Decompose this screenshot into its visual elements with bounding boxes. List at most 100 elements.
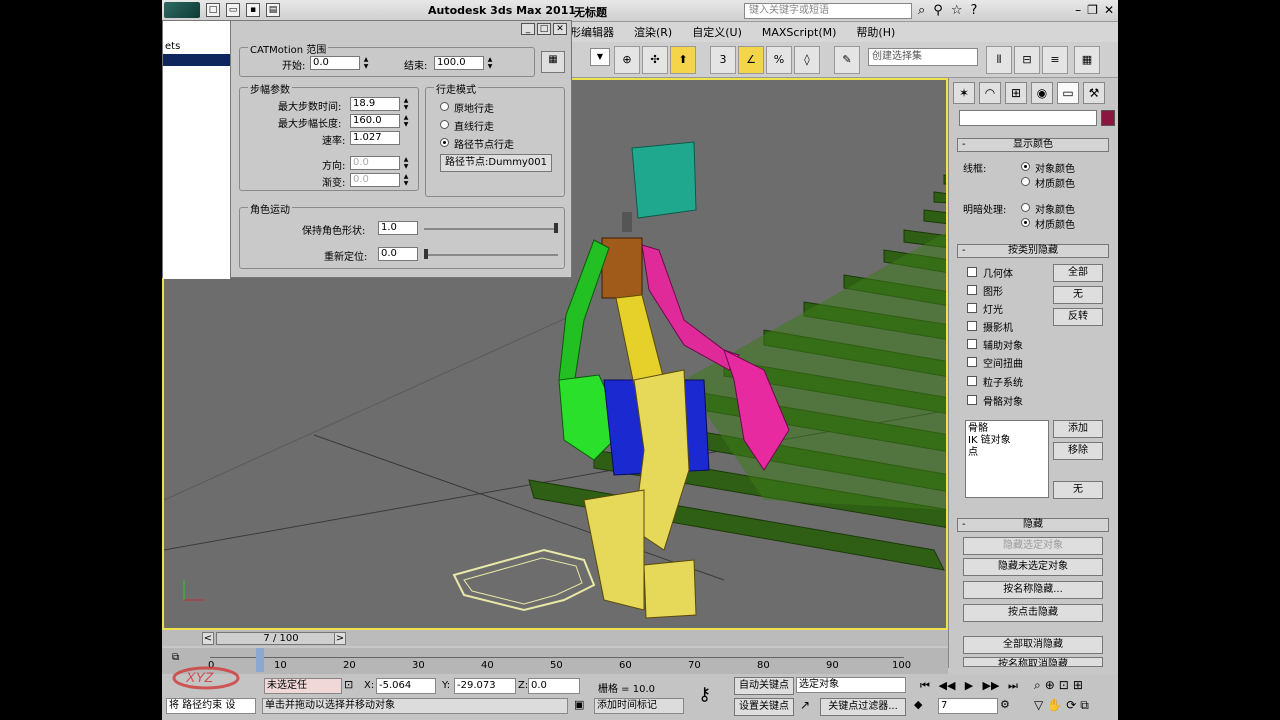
reposition-slider-thumb[interactable] [424,249,428,259]
wireframe-object-color-radio[interactable] [1021,162,1030,171]
x-coord-field[interactable]: -5.064 [376,678,436,694]
list-item[interactable]: 骨骼 [968,423,1046,435]
layer-list[interactable]: ets [163,21,231,279]
utilities-tab-icon[interactable]: ⚒ [1083,82,1105,104]
auto-key-button[interactable]: 自动关键点 [734,677,794,695]
panel-maximize-icon[interactable]: □ [537,23,551,35]
shaded-object-color-radio[interactable] [1021,203,1030,212]
binoculars-icon[interactable]: ⌕ [918,3,925,18]
menu-rendering[interactable]: 渲染(R) [634,24,672,40]
angle-snap-icon[interactable]: ∠ [738,46,764,74]
menu-graph-editors[interactable]: 形编辑器 [570,24,614,40]
open-file-icon[interactable]: ▭ [226,3,240,17]
restore-icon[interactable]: ❐ [1087,3,1098,17]
unhide-all-button[interactable]: 全部取消隐藏 [963,636,1103,654]
table-icon[interactable]: ▦ [541,51,565,73]
gradient-spinner[interactable]: ▲ ▼ [402,173,410,187]
max-step-time-field[interactable]: 18.9 [350,97,400,111]
y-coord-field[interactable]: -29.073 [454,678,516,694]
space-warps-checkbox[interactable] [967,357,977,367]
snap-toggle-icon[interactable]: 3 [710,46,736,74]
remove-button[interactable]: 移除 [1053,442,1103,460]
list-none-button[interactable]: 无 [1053,481,1103,499]
key-icon[interactable]: ⚲ [933,3,943,18]
current-frame-field[interactable]: 7 [938,698,998,714]
list-item[interactable]: IK 链对象 [968,435,1046,447]
help-icon[interactable]: ? [970,3,977,18]
time-slider[interactable]: < 7 / 100 > [162,630,948,646]
move-icon[interactable]: ✣ [642,46,668,74]
track-bar[interactable]: ⧉ 0 10 20 30 40 50 60 70 80 90 100 [162,648,948,674]
add-time-tag-button[interactable]: 添加时间标记 [594,698,684,714]
max-step-length-spinner[interactable]: ▲ ▼ [402,114,410,128]
set-key-button[interactable]: 设置关键点 [734,698,794,716]
geometry-checkbox[interactable] [967,267,977,277]
key-filters-button[interactable]: 关键点过滤器... [820,698,906,716]
key-mode-icon[interactable]: ◆ [914,698,934,716]
minimize-icon[interactable]: – [1075,3,1081,17]
modify-tab-icon[interactable]: ◠ [979,82,1001,104]
hide-by-category-rollout[interactable]: - 按类别隐藏 [957,244,1109,258]
search-input[interactable]: 键入关键字或短语 [744,3,912,19]
max-step-time-spinner[interactable]: ▲ ▼ [402,97,410,111]
zoom-extents-icon[interactable]: ⊡ [1059,678,1069,693]
keep-shape-field[interactable]: 1.0 [378,221,418,235]
key-filter-dropdown[interactable]: 选定对象 [796,677,906,693]
invert-button[interactable]: 反转 [1053,308,1103,326]
start-field[interactable]: 0.0 [310,56,360,70]
add-button[interactable]: 添加 [1053,420,1103,438]
select-link-icon[interactable]: ⊕ [614,46,640,74]
none-button[interactable]: 无 [1053,286,1103,304]
helpers-checkbox[interactable] [967,339,977,349]
lights-checkbox[interactable] [967,303,977,313]
fov-icon[interactable]: ▽ [1034,698,1043,713]
particle-systems-checkbox[interactable] [967,376,977,386]
keep-shape-slider-thumb[interactable] [554,223,558,233]
bone-objects-checkbox[interactable] [967,395,977,405]
path-node-button[interactable]: 路径节点:Dummy001 [440,154,552,172]
start-spinner[interactable]: ▲ ▼ [362,56,370,70]
end-field[interactable]: 100.0 [434,56,484,70]
direction-field[interactable]: 0.0 [350,156,400,170]
display-color-rollout[interactable]: - 显示颜色 [957,138,1109,152]
hide-by-name-button[interactable]: 按名称隐藏... [963,581,1103,599]
align-icon[interactable]: ⊟ [1014,46,1040,74]
menu-help[interactable]: 帮助(H) [856,24,895,40]
object-name-field[interactable] [959,110,1097,126]
go-to-end-icon[interactable]: ⏭ [1002,677,1024,695]
walk-in-place-radio[interactable] [440,102,449,111]
panel-minimize-icon[interactable]: _ [521,23,535,35]
zoom-icon[interactable]: ⌕ [1034,678,1041,693]
category-list[interactable]: 骨骼 IK 链对象 点 [965,420,1049,498]
hide-by-hit-button[interactable]: 按点击隐藏 [963,604,1103,622]
wireframe-material-color-radio[interactable] [1021,177,1030,186]
maximize-viewport-icon[interactable]: ⧉ [1080,698,1089,713]
panel-close-icon[interactable]: ✕ [553,23,567,35]
prev-frame-icon[interactable]: ◀◀ [936,677,958,695]
tangent-icon[interactable]: ↗ [800,698,818,716]
hide-rollout[interactable]: - 隐藏 [957,518,1109,532]
named-selection-dropdown[interactable]: 创建选择集 [868,48,978,66]
create-tab-icon[interactable]: ✶ [953,82,975,104]
end-spinner[interactable]: ▲ ▼ [486,56,494,70]
reposition-field[interactable]: 0.0 [378,247,418,261]
pan-icon[interactable]: ✋ [1047,698,1062,713]
list-item[interactable]: 点 [968,447,1046,459]
percent-snap-icon[interactable]: % [766,46,792,74]
lock-selection-icon[interactable]: ⊡ [344,678,358,694]
pivot-icon[interactable]: ⬆ [670,46,696,74]
max-step-length-field[interactable]: 160.0 [350,114,400,128]
zoom-all-icon[interactable]: ⊕ [1045,678,1055,693]
prev-frame-arrow-icon[interactable]: < [202,632,214,645]
walk-path-radio[interactable] [440,138,449,147]
curve-editor-icon[interactable]: ▦ [1074,46,1100,74]
reference-coord-dropdown[interactable]: ▼ [590,48,610,66]
app-logo-icon[interactable] [164,2,200,18]
hide-selected-button[interactable]: 隐藏选定对象 [963,537,1103,555]
mirror-icon[interactable]: ⫴ [986,46,1012,74]
cameras-checkbox[interactable] [967,321,977,331]
save-icon[interactable]: ▪ [246,3,260,17]
layer-list-selected-row[interactable] [163,54,230,66]
zoom-extents-all-icon[interactable]: ⊞ [1073,678,1083,693]
hierarchy-tab-icon[interactable]: ⊞ [1005,82,1027,104]
